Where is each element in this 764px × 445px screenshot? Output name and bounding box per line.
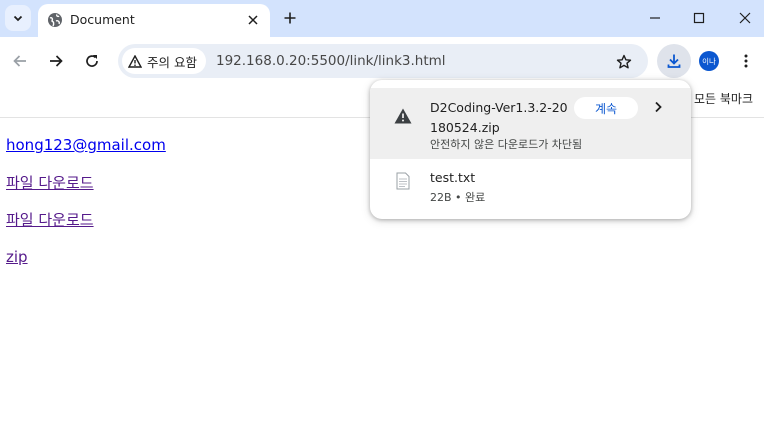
forward-button[interactable] xyxy=(44,49,68,73)
tab-close-button[interactable] xyxy=(243,10,263,30)
star-icon xyxy=(616,54,632,69)
file-download-link[interactable]: 파일 다운로드 xyxy=(6,209,94,230)
all-bookmarks-button[interactable]: 모든 북마크 xyxy=(694,90,753,107)
tab-search-button[interactable] xyxy=(5,5,31,31)
download-status: 22B • 완료 xyxy=(430,189,485,205)
back-button[interactable] xyxy=(8,49,32,73)
warning-icon xyxy=(394,108,412,124)
tab-strip: Document xyxy=(0,0,764,37)
download-filename: test.txt xyxy=(430,170,476,185)
menu-button[interactable] xyxy=(735,50,757,72)
avatar[interactable]: 이나 xyxy=(699,51,719,71)
new-tab-button[interactable] xyxy=(280,8,300,28)
globe-icon xyxy=(48,13,62,27)
toolbar: 주의 요함 192.168.0.20:5500/link/link3.html … xyxy=(0,37,764,85)
download-size: 22B xyxy=(430,191,452,204)
security-chip-label: 주의 요함 xyxy=(147,54,197,70)
maximize-button[interactable] xyxy=(687,6,711,30)
downloads-button[interactable] xyxy=(657,44,691,78)
minimize-button[interactable] xyxy=(643,6,667,30)
download-item-completed[interactable]: test.txt 22B • 완료 xyxy=(370,168,691,212)
download-status-text: 완료 xyxy=(465,191,486,204)
zip-link[interactable]: zip xyxy=(6,248,28,266)
close-icon xyxy=(739,12,751,24)
url-text[interactable]: 192.168.0.20:5500/link/link3.html xyxy=(216,53,446,69)
download-more-button[interactable] xyxy=(649,98,667,116)
arrow-left-icon xyxy=(13,55,26,67)
keep-button[interactable]: 계속 xyxy=(574,97,638,119)
file-download-link[interactable]: 파일 다운로드 xyxy=(6,172,94,193)
reload-icon xyxy=(86,55,98,67)
download-status: 안전하지 않은 다운로드가 차단됨 xyxy=(430,138,583,151)
close-icon xyxy=(248,15,258,25)
address-bar[interactable]: 주의 요함 192.168.0.20:5500/link/link3.html xyxy=(118,44,648,78)
plus-icon xyxy=(284,12,296,24)
downloads-panel: D2Coding-Ver1.3.2-20180524.zip 안전하지 않은 다… xyxy=(370,80,691,219)
tab-title: Document xyxy=(70,12,135,27)
tab-document[interactable]: Document xyxy=(38,4,270,37)
close-window-button[interactable] xyxy=(733,6,757,30)
download-item-blocked[interactable]: D2Coding-Ver1.3.2-20180524.zip 안전하지 않은 다… xyxy=(370,88,691,159)
arrow-right-icon xyxy=(50,55,63,67)
download-icon xyxy=(667,54,681,68)
more-vert-icon xyxy=(744,54,748,68)
file-icon xyxy=(396,172,410,190)
chevron-down-icon xyxy=(13,15,23,22)
chevron-right-icon xyxy=(655,101,662,113)
bookmark-star-button[interactable] xyxy=(613,51,635,73)
minimize-icon xyxy=(650,17,660,19)
security-chip[interactable]: 주의 요함 xyxy=(122,48,206,74)
status-separator: • xyxy=(455,191,462,204)
maximize-icon xyxy=(693,12,705,24)
reload-button[interactable] xyxy=(80,49,104,73)
email-link[interactable]: hong123@gmail.com xyxy=(6,136,166,154)
warning-icon xyxy=(128,54,142,68)
download-filename: D2Coding-Ver1.3.2-20180524.zip xyxy=(430,100,568,135)
